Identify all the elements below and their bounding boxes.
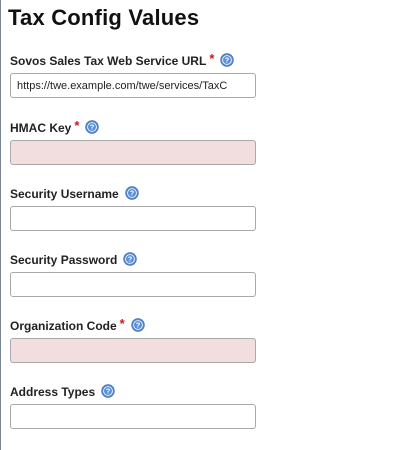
svg-text:?: ?: [135, 321, 140, 330]
field-label: Sovos Sales Tax Web Service URL: [10, 54, 207, 68]
help-icon[interactable]: ?: [220, 53, 235, 67]
field-label-row: Organization Code * ?: [10, 316, 260, 334]
field-hmac-key: HMAC Key * ?: [10, 118, 260, 165]
field-label-row: Security Password ?: [10, 252, 260, 268]
security-password-input[interactable]: [10, 272, 256, 297]
svg-text:?: ?: [90, 123, 95, 132]
required-marker: *: [74, 118, 80, 133]
field-label: Address Types: [10, 385, 96, 399]
svg-text:?: ?: [129, 189, 134, 198]
field-label: Security Username: [10, 187, 119, 201]
field-label: Security Password: [10, 253, 118, 267]
field-label-row: Address Types ?: [10, 384, 260, 400]
svg-text:?: ?: [106, 387, 111, 396]
hmac-key-input[interactable]: [10, 140, 256, 165]
field-security-password: Security Password ?: [10, 252, 260, 297]
field-label: HMAC Key: [10, 121, 72, 135]
help-icon[interactable]: ?: [85, 120, 100, 134]
required-marker: *: [119, 316, 125, 331]
organization-code-input[interactable]: [10, 338, 256, 363]
security-username-input[interactable]: [10, 206, 256, 231]
help-icon[interactable]: ?: [101, 384, 115, 398]
svg-text:?: ?: [225, 56, 230, 65]
field-label-row: HMAC Key * ?: [10, 118, 260, 136]
help-icon[interactable]: ?: [123, 252, 138, 266]
field-service-url: Sovos Sales Tax Web Service URL * ?: [10, 51, 260, 98]
service-url-input[interactable]: [10, 73, 256, 98]
field-label-row: Security Username ?: [10, 186, 260, 202]
address-types-input[interactable]: [10, 404, 256, 429]
required-marker: *: [209, 51, 215, 66]
field-label-row: Sovos Sales Tax Web Service URL * ?: [10, 51, 260, 69]
field-label: Organization Code: [10, 319, 117, 333]
help-icon[interactable]: ?: [125, 186, 139, 200]
field-address-types: Address Types ?: [10, 384, 260, 429]
window-left-border: [0, 0, 1, 450]
help-icon[interactable]: ?: [131, 318, 145, 332]
field-organization-code: Organization Code * ?: [10, 316, 260, 363]
field-security-username: Security Username ?: [10, 186, 260, 231]
page-title: Tax Config Values: [8, 5, 200, 30]
svg-text:?: ?: [128, 255, 133, 264]
